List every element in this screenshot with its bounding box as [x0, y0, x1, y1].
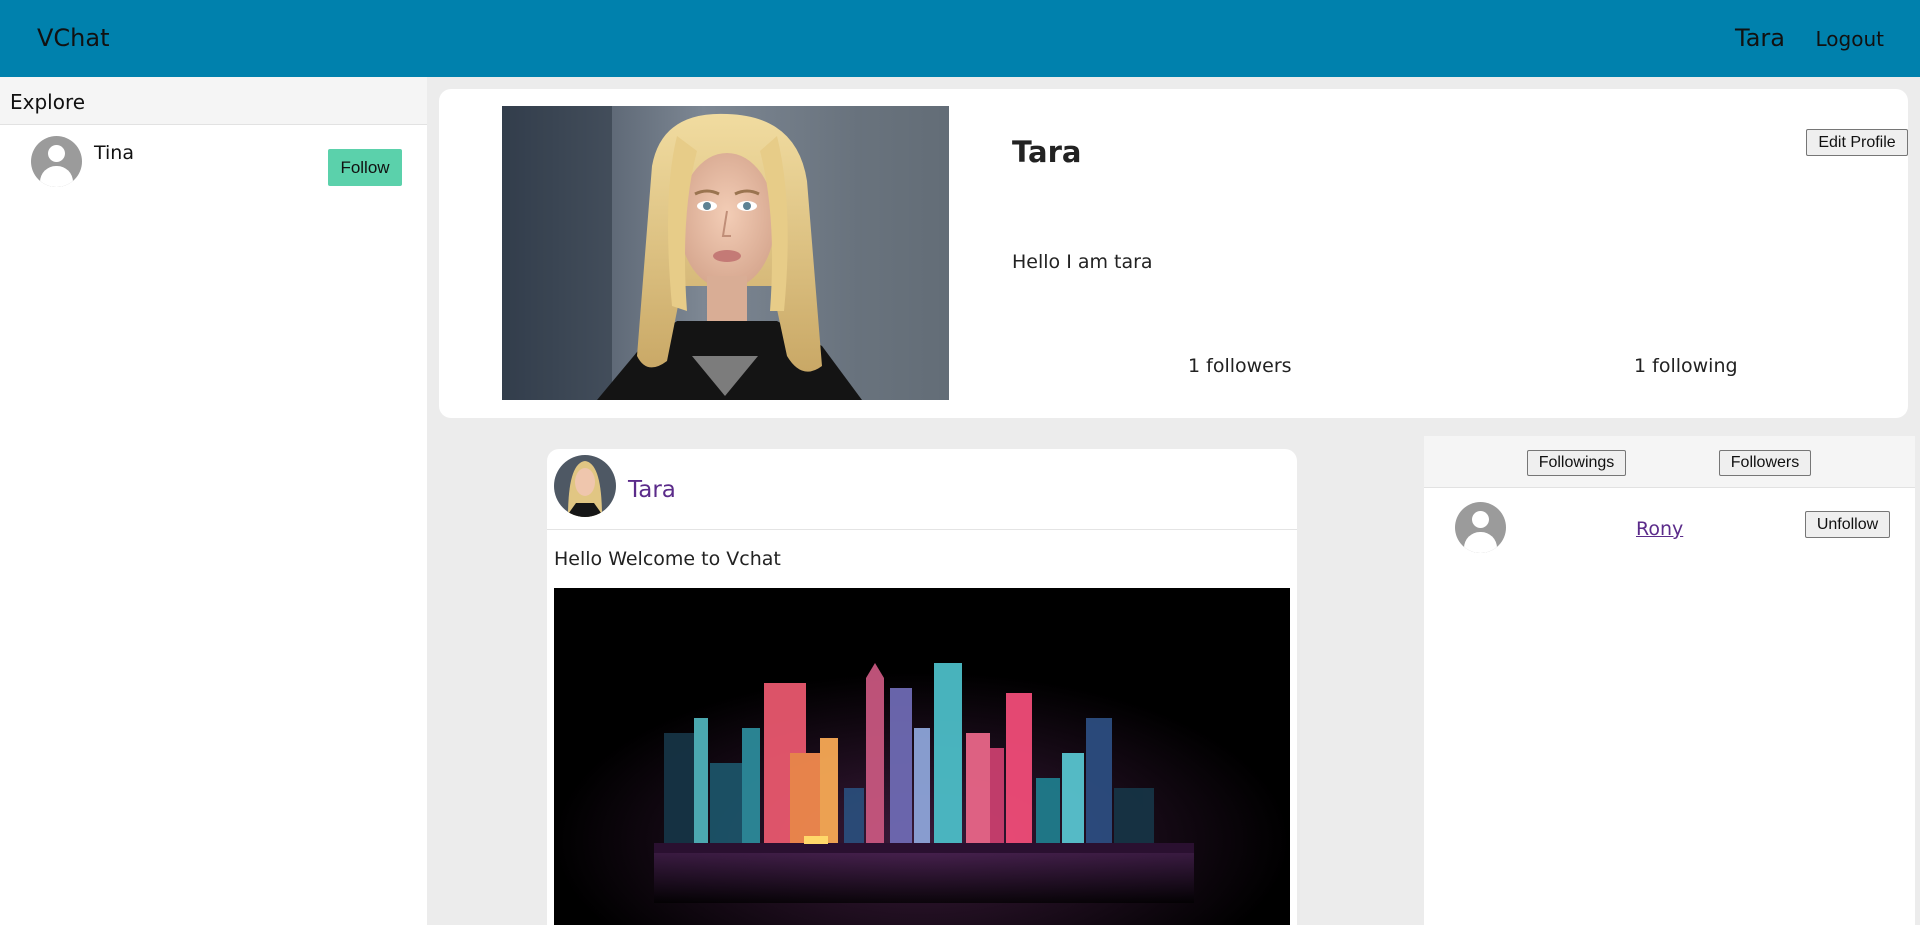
- profile-card: Tara Edit Profile Hello I am tara 1 foll…: [439, 89, 1908, 418]
- explore-user-name[interactable]: Tina: [94, 142, 134, 164]
- navbar: VChat Tara Logout: [0, 0, 1920, 77]
- tab-followers[interactable]: Followers: [1719, 450, 1811, 476]
- city-skyline-image: [554, 588, 1290, 925]
- post-author-avatar[interactable]: [554, 455, 616, 517]
- current-user-name[interactable]: Tara: [1735, 24, 1785, 52]
- following-user-name[interactable]: Rony: [1636, 518, 1683, 540]
- explore-heading: Explore: [0, 77, 427, 125]
- explore-user-row: Tina Follow: [0, 125, 427, 205]
- following-count[interactable]: 1 following: [1634, 355, 1738, 377]
- post-author-name[interactable]: Tara: [628, 477, 676, 503]
- profile-bio: Hello I am tara: [1012, 251, 1153, 273]
- logout-link[interactable]: Logout: [1816, 27, 1884, 51]
- profile-name: Tara: [1012, 135, 1082, 169]
- edit-profile-button[interactable]: Edit Profile: [1806, 129, 1908, 156]
- post-header: Tara: [547, 449, 1297, 530]
- user-avatar-icon: [1455, 502, 1506, 553]
- profile-photo: [502, 106, 949, 400]
- follow-panel: Followings Followers Rony Unfollow: [1424, 436, 1915, 925]
- unfollow-button[interactable]: Unfollow: [1805, 511, 1890, 538]
- follow-button[interactable]: Follow: [328, 149, 402, 186]
- brand-logo[interactable]: VChat: [37, 24, 110, 52]
- tab-followings[interactable]: Followings: [1527, 450, 1626, 476]
- explore-sidebar: Explore Tina Follow: [0, 77, 427, 925]
- user-avatar-icon: [31, 136, 82, 187]
- profile-photo-image: [502, 106, 949, 400]
- post-image: [554, 588, 1290, 925]
- post-card: Tara Hello Welcome to Vchat: [547, 449, 1297, 925]
- post-text: Hello Welcome to Vchat: [554, 548, 781, 570]
- followers-count[interactable]: 1 followers: [1188, 355, 1292, 377]
- follow-panel-tabs: Followings Followers: [1424, 436, 1915, 488]
- following-user-row: Rony Unfollow: [1424, 488, 1915, 568]
